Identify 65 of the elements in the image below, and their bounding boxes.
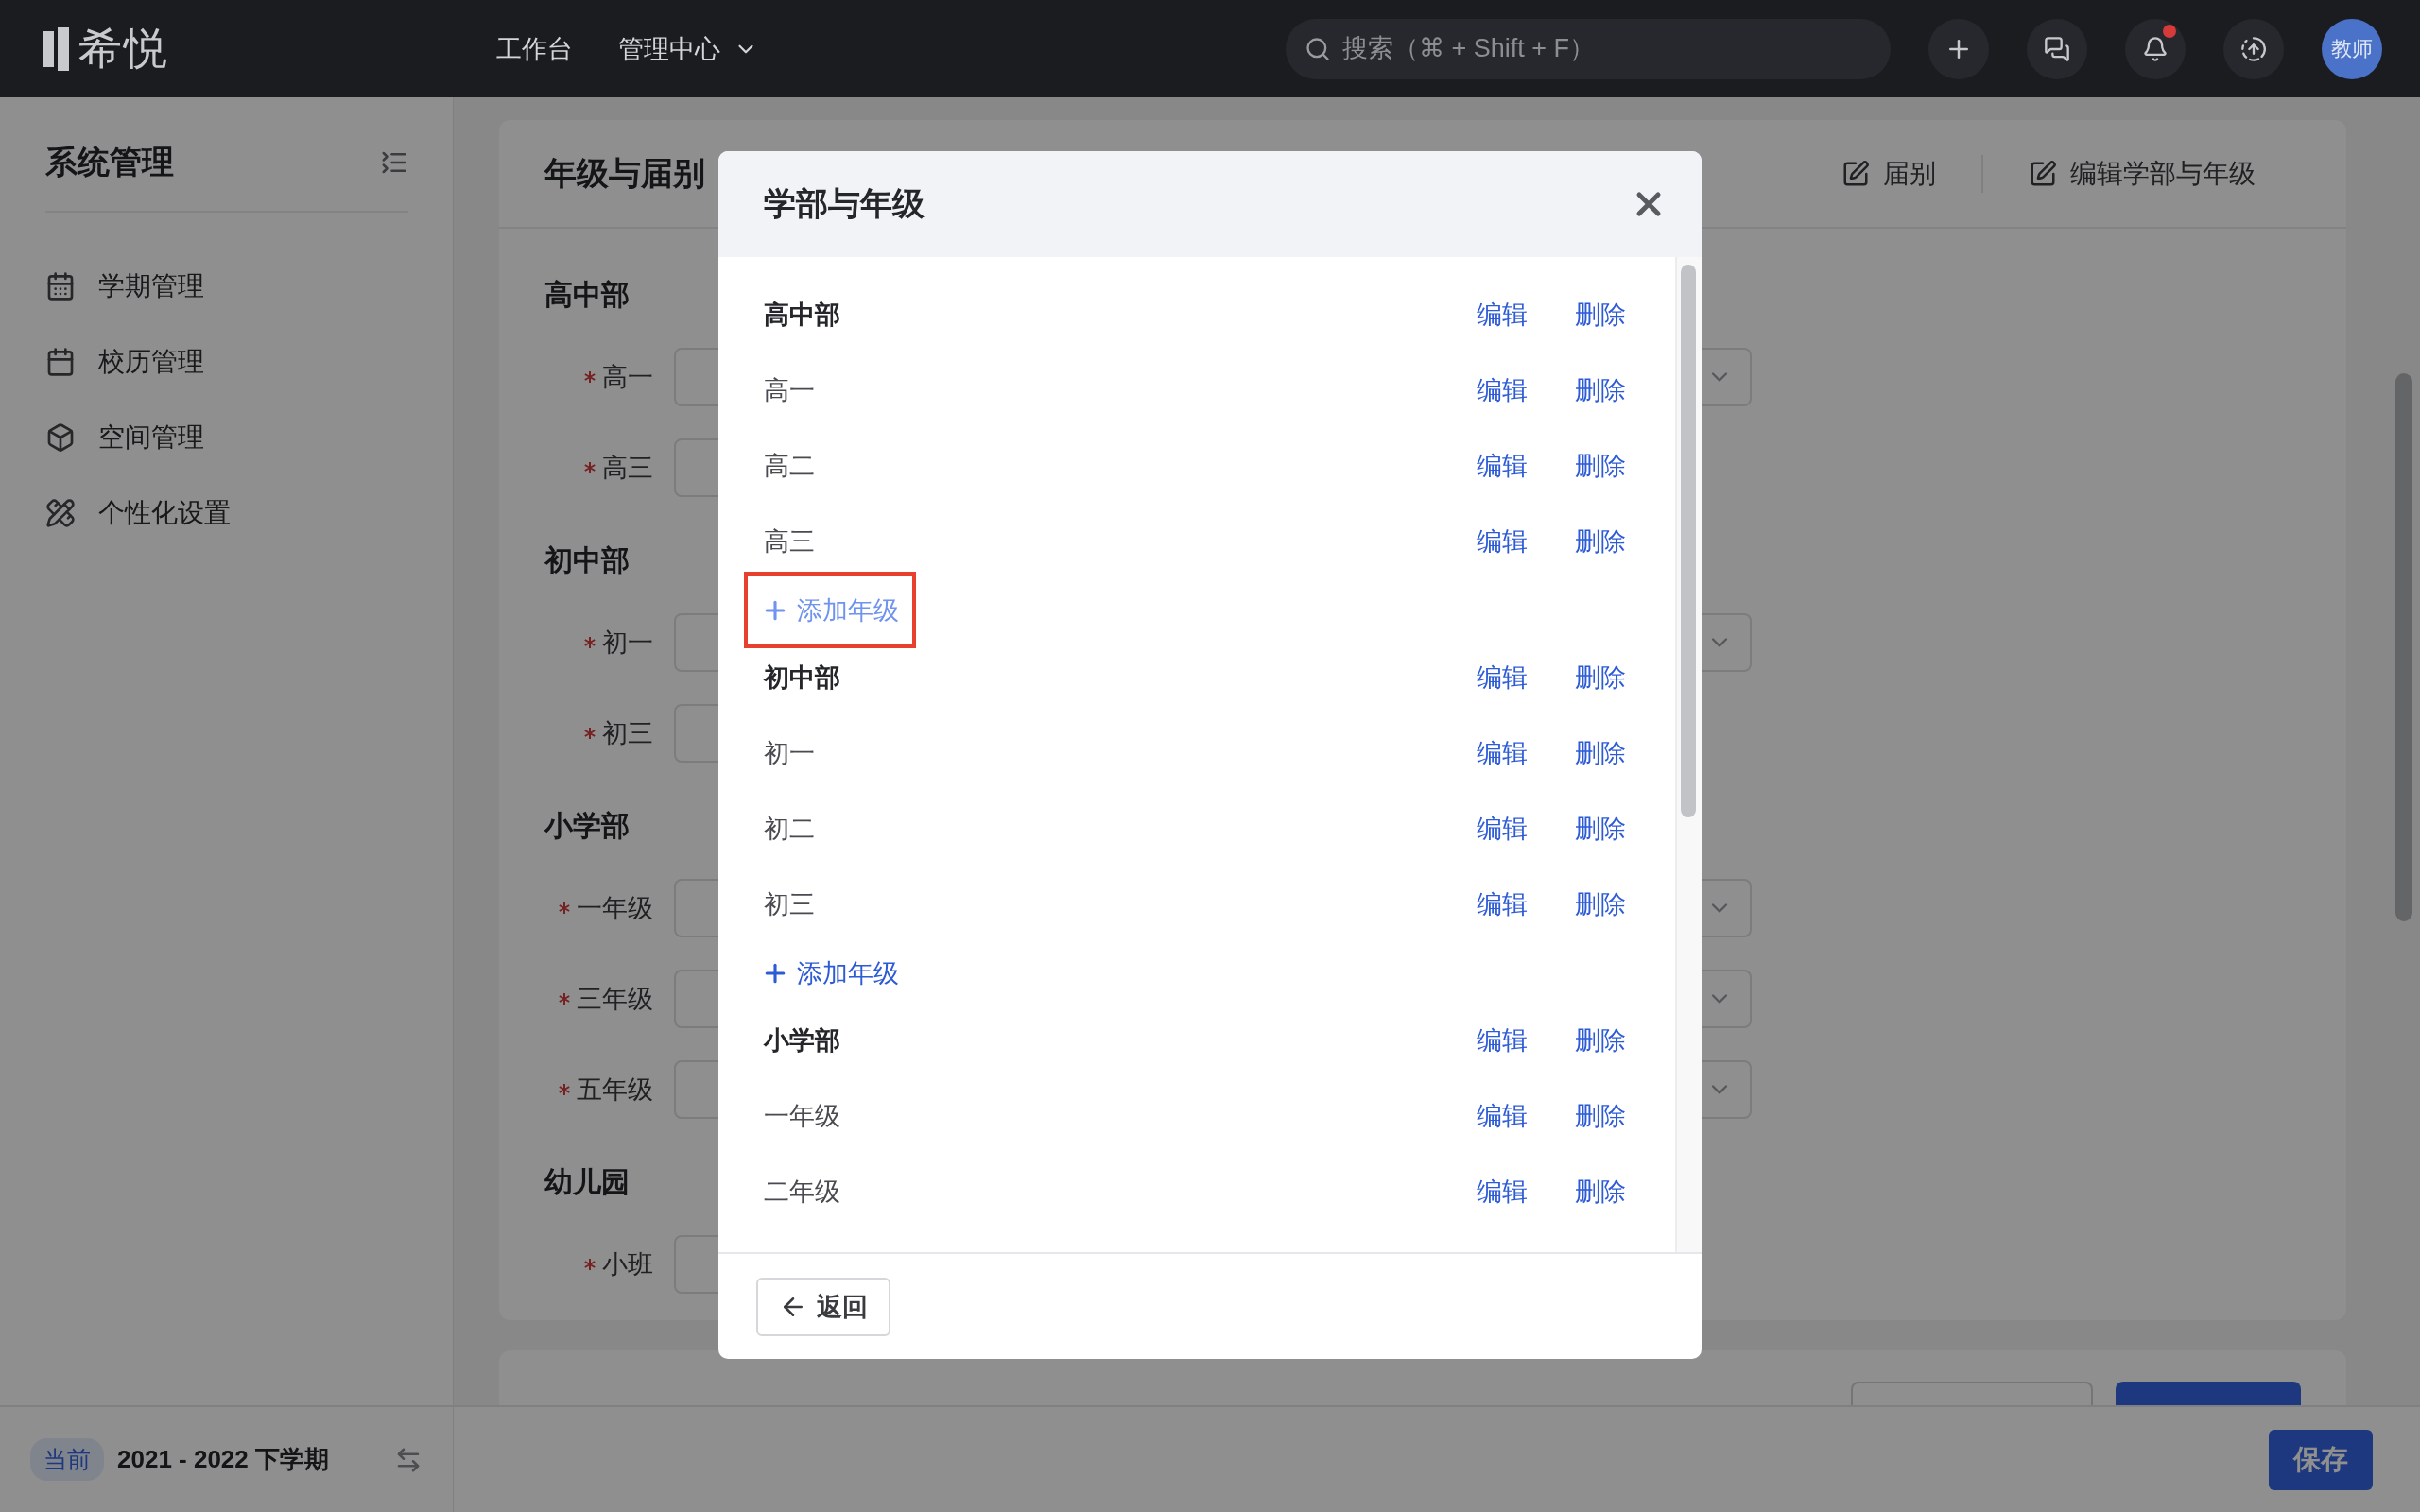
edit-button[interactable]: 届别 [1796,155,1981,192]
search-field[interactable]: 搜索（⌘ + Shift + F） [1286,18,1891,79]
edit-link[interactable]: 编辑 [1477,1099,1528,1133]
delete-link[interactable]: 删除 [1575,1099,1626,1133]
save-button[interactable]: 保存 [2269,1429,2373,1490]
grade-name: 初二 [764,814,816,845]
edit-link[interactable]: 编辑 [1477,298,1528,332]
delete-link[interactable]: 删除 [1575,887,1626,921]
department-name: 小学部 [764,1025,841,1057]
field-label: 高三 [602,453,653,484]
sidebar-item[interactable]: 校历管理 [45,324,408,400]
section-title: 小学部 [544,809,630,843]
grade-name: 初三 [764,889,816,920]
department-name: 高中部 [764,300,841,331]
delete-link[interactable]: 删除 [1575,661,1626,695]
user-avatar[interactable]: 教师 [2322,18,2382,79]
edit-link[interactable]: 编辑 [1477,812,1528,846]
sidebar-item[interactable]: 空间管理 [45,400,408,475]
grade-name: 二年级 [764,1177,841,1208]
delete-link[interactable]: 删除 [1575,812,1626,846]
delete-link[interactable]: 删除 [1575,1023,1626,1057]
nav-link[interactable]: 管理中心 [618,31,758,66]
grade-name: 高三 [764,526,816,558]
department-name: 初中部 [764,662,841,694]
sidebar-item[interactable]: 个性化设置 [45,475,408,551]
field-label: 一年级 [577,893,653,924]
edit-link[interactable]: 编辑 [1477,887,1528,921]
dialog-title: 学部与年级 [764,184,925,223]
add-grade-button[interactable]: 添加年级 [744,572,916,648]
field-label: 高一 [602,362,653,393]
grade-name: 高二 [764,451,816,482]
edit-link[interactable]: 编辑 [1477,524,1528,558]
logo-text: 希悦 [78,22,169,75]
grade-name: 初一 [764,738,816,769]
field-label: 初三 [602,718,653,749]
current-tag: 当前 [30,1438,104,1481]
delete-link[interactable]: 删除 [1575,524,1626,558]
grade-name: 高一 [764,375,816,406]
add-grade-button[interactable]: 添加年级 [744,935,916,1011]
edit-link[interactable]: 编辑 [1477,661,1528,695]
edit-button[interactable]: 编辑学部与年级 [1983,155,2301,192]
delete-link[interactable]: 删除 [1575,736,1626,770]
delete-link[interactable]: 删除 [1575,449,1626,483]
field-label: 小班 [602,1249,653,1280]
card-title: 年级与届别 [544,153,705,193]
edit-link[interactable]: 编辑 [1477,736,1528,770]
delete-link[interactable]: 删除 [1575,373,1626,407]
nav-link[interactable]: 工作台 [496,31,573,66]
section-title: 初中部 [544,543,630,577]
sidebar-title: 系统管理 [45,143,174,181]
field-label: 初一 [602,627,653,659]
section-title: 高中部 [544,278,630,312]
field-label: 五年级 [577,1074,653,1106]
sidebar-item[interactable]: 学期管理 [45,249,408,324]
back-button[interactable]: 返回 [756,1277,890,1336]
edit-link[interactable]: 编辑 [1477,1023,1528,1057]
delete-link[interactable]: 删除 [1575,1175,1626,1209]
delete-link[interactable]: 删除 [1575,298,1626,332]
edit-link[interactable]: 编辑 [1477,1175,1528,1209]
grade-name: 一年级 [764,1101,841,1132]
term-text: 2021 - 2022 下学期 [117,1444,330,1475]
field-label: 三年级 [577,984,653,1015]
edit-link[interactable]: 编辑 [1477,373,1528,407]
edit-link[interactable]: 编辑 [1477,449,1528,483]
section-title: 幼儿园 [544,1165,630,1199]
